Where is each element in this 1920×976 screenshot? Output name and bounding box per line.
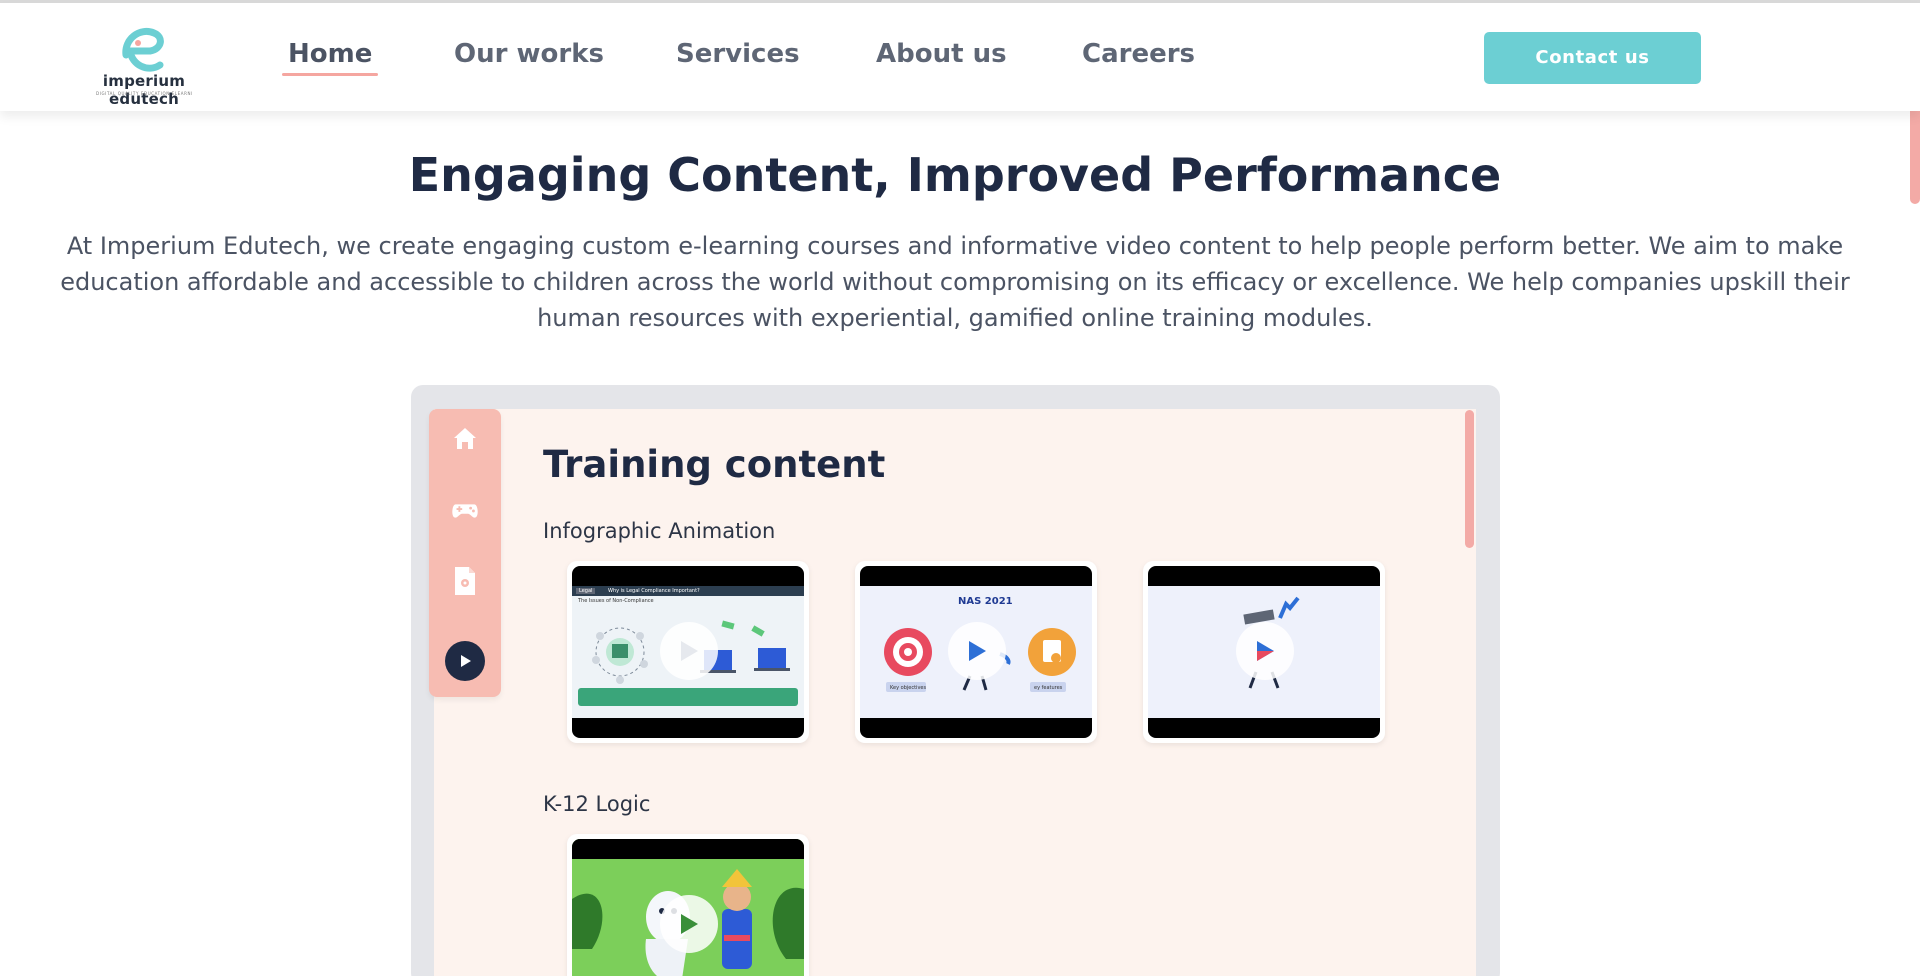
play-button-icon[interactable] xyxy=(660,622,718,680)
video-card-mascot[interactable] xyxy=(1143,561,1385,743)
category-infographic-animation: Infographic Animation xyxy=(543,519,776,543)
showcase-sidebar xyxy=(429,409,501,697)
video-thumbnail: Legal Why is Legal Compliance Important?… xyxy=(572,586,804,718)
nav-services[interactable]: Services xyxy=(676,39,800,69)
video-card-nas-2021[interactable]: NAS 2021 Key objectives ey features xyxy=(855,561,1097,743)
home-icon[interactable] xyxy=(450,423,480,453)
play-button-icon[interactable] xyxy=(948,622,1006,680)
thumb-right-label: ey features xyxy=(1034,685,1063,691)
e-letter-logo-icon xyxy=(122,28,164,72)
hero-description: At Imperium Edutech, we create engaging … xyxy=(60,232,1850,332)
nav-careers[interactable]: Careers xyxy=(1082,39,1195,69)
video-card-legal-compliance[interactable]: Legal Why is Legal Compliance Important?… xyxy=(567,561,809,743)
site-header: imperium edutech DIGITAL QUALITY EDUCATI… xyxy=(0,3,1920,111)
thumb-left-label: Key objectives xyxy=(890,685,927,691)
screen-scrollbar-thumb[interactable] xyxy=(1465,410,1474,548)
nav-about-us[interactable]: About us xyxy=(876,39,1007,69)
hero-title: Engaging Content, Improved Performance xyxy=(408,148,1502,202)
training-content-title: Training content xyxy=(543,443,886,486)
brand-tagline: DIGITAL QUALITY EDUCATION ELEARNING xyxy=(96,91,192,96)
brand-logo[interactable]: imperium edutech DIGITAL QUALITY EDUCATI… xyxy=(76,17,212,108)
play-button-icon[interactable] xyxy=(660,895,718,953)
play-button-icon[interactable] xyxy=(1236,622,1294,680)
nav-our-works[interactable]: Our works xyxy=(454,39,604,69)
video-thumbnail xyxy=(1148,586,1380,718)
play-icon[interactable] xyxy=(445,641,485,681)
brand-name: imperium edutech xyxy=(102,72,186,108)
contact-us-button[interactable]: Contact us xyxy=(1484,32,1701,84)
category-k12-logic: K-12 Logic xyxy=(543,792,651,816)
page-scrollbar-thumb[interactable] xyxy=(1910,106,1920,204)
video-thumbnail xyxy=(572,839,804,976)
nav-home[interactable]: Home xyxy=(281,39,379,76)
gamepad-icon[interactable] xyxy=(450,495,480,525)
document-icon[interactable] xyxy=(450,566,480,596)
video-card-forest-story[interactable] xyxy=(567,834,809,976)
video-thumbnail: NAS 2021 Key objectives ey features xyxy=(860,586,1092,718)
